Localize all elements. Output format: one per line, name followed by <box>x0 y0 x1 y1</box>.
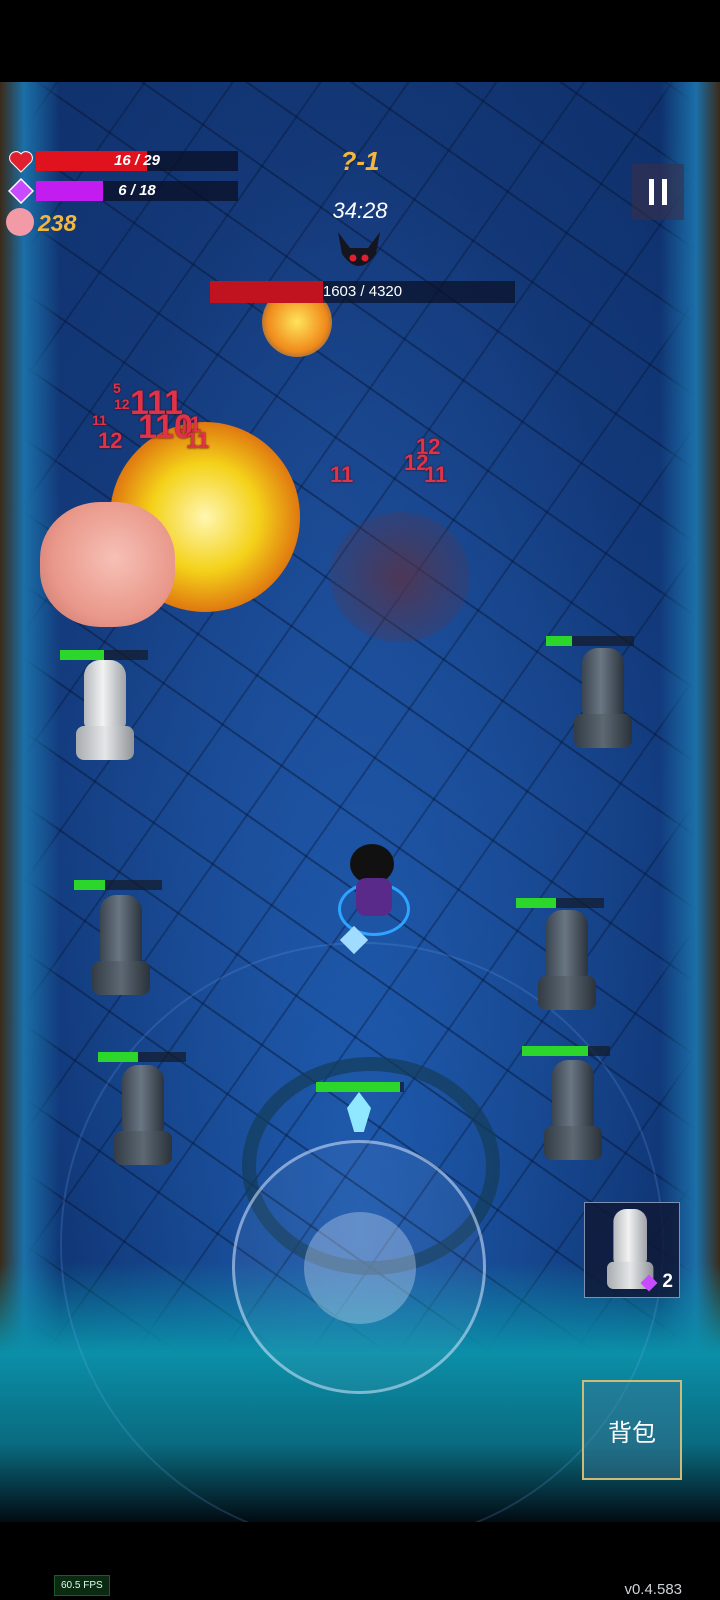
heart-icon <box>9 151 33 173</box>
damage-number: 11 <box>330 462 354 487</box>
player-character <box>338 844 412 936</box>
pause-icon-bar[interactable] <box>662 179 667 205</box>
pause-icon[interactable] <box>649 179 654 205</box>
boss-health-bar: 1603 / 4320 <box>210 281 515 303</box>
pig-coin-icon <box>6 208 34 236</box>
version-label: v0.4.583 <box>624 1581 682 1598</box>
inventory-slot[interactable]: 2 <box>584 1202 680 1298</box>
run-timer: 34:28 <box>332 198 388 223</box>
health-bar: 16 / 29 <box>36 151 238 171</box>
bag-button[interactable]: 背包 <box>582 1380 682 1480</box>
fps-counter: 60.5 FPS <box>54 1575 110 1596</box>
mana-bar: 6 / 18 <box>36 181 238 201</box>
enemy-health-bar <box>546 636 634 646</box>
item-count: 2 <box>662 1271 673 1292</box>
damage-number: 11 <box>186 428 210 453</box>
damage-number: 110 <box>138 408 193 446</box>
moai-statue-enemy <box>538 910 596 1010</box>
moai-statue-enemy <box>92 895 150 995</box>
enemy-health-bar <box>74 880 162 890</box>
moai-statue-enemy <box>76 660 134 760</box>
moai-statue-enemy <box>114 1065 172 1165</box>
pause-button[interactable] <box>632 164 684 220</box>
damage-number: 12 <box>98 428 123 453</box>
damage-number: 11 <box>424 462 448 487</box>
moai-statue-enemy <box>544 1060 602 1160</box>
enemy-health-bar <box>516 898 604 908</box>
health-text: 16 / 29 <box>114 152 160 169</box>
boss-health-text: 1603 / 4320 <box>322 283 403 300</box>
damage-number: 11 <box>92 412 107 428</box>
mana-text: 6 / 18 <box>118 182 156 199</box>
joystick-knob[interactable] <box>304 1212 416 1324</box>
enemy-health-bar <box>60 650 148 660</box>
portal-hp-bar <box>316 1082 404 1092</box>
damage-number: 12 <box>114 396 130 412</box>
player-robe <box>356 878 392 916</box>
stage-label: ?-1 <box>340 146 380 176</box>
moai-statue-enemy <box>574 648 632 748</box>
mana-gem-icon <box>8 178 34 204</box>
smoke-cloud <box>330 512 470 642</box>
flower-enemy <box>40 502 175 627</box>
damage-number: 5 <box>113 380 121 396</box>
coin-count: 238 <box>38 210 77 236</box>
enemy-health-bar <box>522 1046 610 1056</box>
enemy-health-bar <box>98 1052 186 1062</box>
demon-boss-icon <box>338 232 380 266</box>
